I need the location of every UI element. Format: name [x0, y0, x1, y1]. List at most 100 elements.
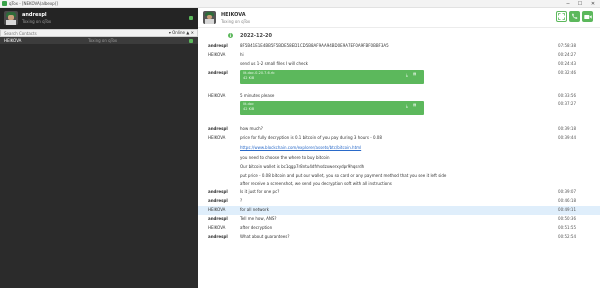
message-text: how much?	[240, 126, 263, 131]
message-row: HEIKOVA price for fully decryption is 0.…	[198, 134, 600, 142]
file-size: 42 KiB	[243, 107, 255, 111]
message-time: 00:39:18	[558, 126, 576, 131]
message-text: for all network	[240, 207, 269, 212]
fullscreen-button[interactable]	[556, 11, 567, 22]
message-sender: andrespl	[208, 70, 228, 75]
chat-contact-status: Toxing on qTox	[221, 19, 251, 24]
message-sender: andrespl	[208, 126, 228, 131]
message-time: 00:39:07	[558, 189, 576, 194]
video-call-icon	[583, 14, 592, 19]
message-text: Our bitcoin wallet is bc1qgp7r8ntu4dfrhs…	[240, 164, 365, 169]
date-divider: i 2022-12-20	[198, 32, 600, 40]
message-row: andrespl Is it just for one pc? 00:39:07	[198, 188, 600, 196]
message-text: after receive a screenshot, we send you …	[240, 181, 392, 186]
chat-header: HEIKOVA Toxing on qTox	[198, 8, 600, 28]
message-sender: andrespl	[208, 198, 228, 203]
message-sender: HEIKOVA	[208, 225, 226, 230]
message-row: HEIKOVA hi 00:24:27	[198, 51, 600, 59]
message-sender: HEIKOVA	[208, 52, 226, 57]
message-text: you need to choose the where to buy bitc…	[240, 155, 330, 160]
message-sender: HEIKOVA	[208, 93, 226, 98]
profile-name[interactable]: andrespl	[22, 12, 47, 18]
message-text: price for fully decryption is 0.1 bitcoi…	[240, 135, 382, 140]
window-title: qTox - [NEKOVA(albexp)]	[9, 1, 58, 6]
message-row: HEIKOVA 5 minutes please 00:33:56	[198, 92, 600, 100]
message-row: you need to choose the where to buy bitc…	[198, 154, 600, 162]
message-time: 00:39:44	[558, 135, 576, 140]
filter-dropdown[interactable]: ▾ Online	[169, 30, 185, 36]
chat-panel: HEIKOVA Toxing on qTox i 2022-12-20 andr…	[198, 8, 600, 288]
message-time: 00:50:36	[558, 216, 576, 221]
phone-icon	[572, 13, 578, 19]
profile-header[interactable]: andrespl Toxing on qTox	[0, 8, 198, 29]
message-text: Tell me how, ANS?	[240, 216, 277, 221]
status-online-icon	[189, 38, 193, 43]
call-button[interactable]	[569, 11, 580, 22]
search-input[interactable]	[4, 30, 164, 36]
status-online-icon[interactable]	[189, 16, 193, 20]
contact-name: HEIKOVA	[4, 38, 22, 43]
message-row: after receive a screenshot, we send you …	[198, 180, 600, 188]
collapse-button[interactable]: ▲ ✕	[186, 30, 194, 36]
message-row: andrespl how much? 00:39:18	[198, 125, 600, 133]
avatar[interactable]	[4, 11, 18, 25]
date-label: 2022-12-20	[240, 33, 272, 39]
info-icon: i	[228, 33, 233, 38]
message-text: What about guarantees?	[240, 234, 290, 239]
file-transfer-card[interactable]: lit-doc 42 KiB ⤓ ▤	[240, 101, 424, 115]
download-icon[interactable]: ⤓	[406, 103, 408, 108]
message-sender: HEIKOVA	[208, 135, 226, 140]
message-time: 00:51:55	[558, 225, 576, 230]
message-time: 00:33:56	[558, 93, 576, 98]
fullscreen-icon	[558, 13, 565, 20]
message-text: hi	[240, 52, 244, 57]
message-sender: andrespl	[208, 234, 228, 239]
window-titlebar: qTox - [NEKOVA(albexp)] ─ ☐ ✕	[0, 0, 600, 8]
message-text: send us 1-2 small files I will check	[240, 61, 308, 66]
message-row: Our bitcoin wallet is bc1qgp7r8ntu4dfrhs…	[198, 163, 600, 171]
contact-status: Toxing on qTox	[88, 38, 118, 43]
maximize-button[interactable]: ☐	[575, 0, 585, 8]
message-sender: andrespl	[208, 216, 228, 221]
message-text: 8F5B41E1E4BB5F5BDE58ED1CD5B8AF9AA94BD0E9…	[240, 43, 389, 48]
message-row: andrespl 8F5B41E1E4BB5F5BDE58ED1CD5B8AF9…	[198, 42, 600, 50]
contact-avatar	[203, 11, 216, 24]
contact-list-item[interactable]: HEIKOVA Toxing on qTox	[0, 37, 198, 44]
file-transfer-card[interactable]: lit-doc-0-20.7.6.rb 42 KiB ⤓ ▤	[240, 70, 424, 84]
message-sender: HEIKOVA	[208, 207, 226, 212]
message-time: 00:24:43	[558, 61, 576, 66]
message-row: send us 1-2 small files I will check 00:…	[198, 60, 600, 68]
folder-icon[interactable]: ▤	[413, 72, 416, 76]
file-size: 42 KiB	[243, 76, 255, 80]
download-icon[interactable]: ⤓	[406, 72, 408, 77]
message-text: Is it just for one pc?	[240, 189, 280, 194]
message-row: andrespl ? 00:46:18	[198, 197, 600, 205]
profile-status[interactable]: Toxing on qTox	[22, 19, 51, 24]
message-row-highlighted: HEIKOVA for all network 00:49:11	[198, 206, 600, 215]
message-text: after decryption	[240, 225, 273, 230]
message-text: put price - 0.08 bitcoin and put our wal…	[240, 173, 447, 178]
message-time: 00:32:46	[558, 70, 576, 75]
message-time: 00:24:27	[558, 52, 576, 57]
message-sender: andrespl	[208, 43, 228, 48]
message-text: ?	[240, 198, 243, 203]
chat-contact-name: HEIKOVA	[221, 12, 246, 18]
message-row: https://www.blockchain.com/explorer/asse…	[198, 144, 600, 152]
message-row: andrespl What about guarantees? 00:52:54	[198, 233, 600, 241]
contacts-sidebar: andrespl Toxing on qTox ▾ Online ▲ ✕ HEI…	[0, 8, 198, 288]
close-button[interactable]: ✕	[588, 0, 598, 8]
message-time: 00:49:11	[558, 207, 576, 212]
video-call-button[interactable]	[582, 11, 593, 22]
message-time: 00:52:54	[558, 234, 576, 239]
message-row: put price - 0.08 bitcoin and put our wal…	[198, 172, 600, 180]
folder-icon[interactable]: ▤	[413, 103, 416, 107]
message-time: 07:58:38	[558, 43, 576, 48]
message-text: 5 minutes please	[240, 93, 275, 98]
minimize-button[interactable]: ─	[563, 0, 573, 8]
message-link[interactable]: https://www.blockchain.com/explorer/asse…	[240, 144, 361, 152]
message-time: 00:37:27	[558, 101, 576, 106]
message-row: HEIKOVA after decryption 00:51:55	[198, 224, 600, 232]
message-sender: andrespl	[208, 189, 228, 194]
message-time: 00:46:18	[558, 198, 576, 203]
message-row: andrespl Tell me how, ANS? 00:50:36	[198, 215, 600, 223]
